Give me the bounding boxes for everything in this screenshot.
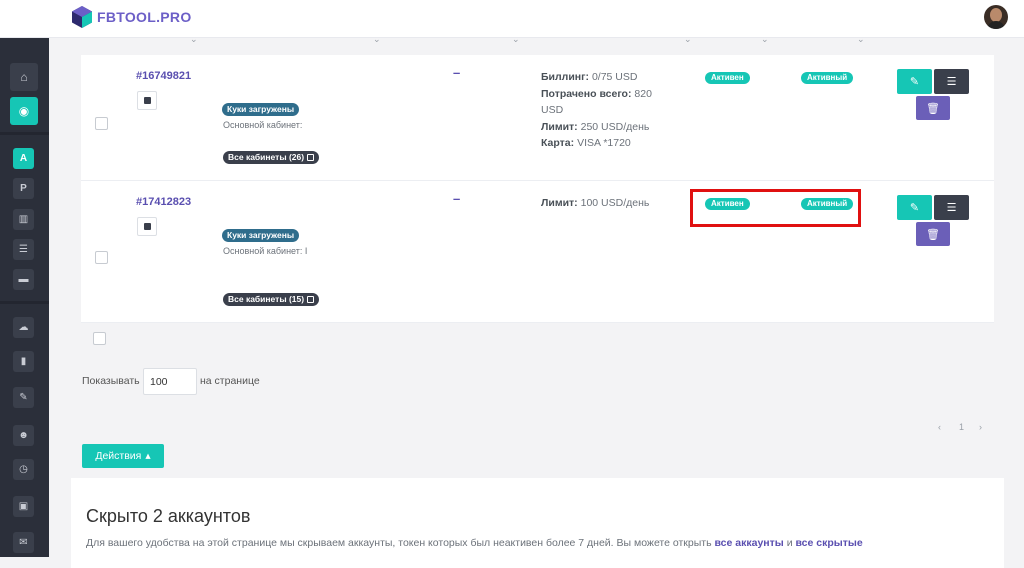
caret-up-icon: ▴ (145, 450, 151, 462)
sidebar-item-p[interactable]: P (13, 178, 34, 199)
account-id-link[interactable]: #16749821 (136, 70, 191, 82)
show-label: Показывать (82, 375, 140, 387)
main-cabinet-label: Основной кабинет: I (223, 246, 308, 256)
status-badge: Активен (705, 72, 750, 84)
external-link-icon (307, 154, 315, 161)
edit-button[interactable]: ✎ (897, 69, 932, 94)
main-content: ⌄ ⌄ ⌄ ⌄ ⌄ ⌄ #16749821 Куки загружены Осн… (49, 34, 1024, 568)
table-row: #16749821 Куки загружены Основной кабине… (81, 55, 994, 181)
all-accounts-link[interactable]: все аккаунты (714, 537, 783, 549)
sort-chevron-icon[interactable]: ⌄ (857, 34, 865, 45)
edit-button[interactable]: ✎ (897, 195, 932, 220)
delete-button[interactable]: 🗑 (916, 96, 950, 120)
row-checkbox[interactable] (95, 117, 108, 130)
avatar[interactable] (984, 5, 1008, 29)
all-cabinets-link[interactable]: Все кабинеты (26) (223, 151, 320, 164)
all-hidden-link[interactable]: все скрытые (795, 537, 862, 549)
row-checkbox[interactable] (95, 251, 108, 264)
columns-icon[interactable]: ▥ (13, 209, 34, 230)
next-page-button[interactable]: › (979, 422, 982, 432)
delete-button[interactable]: 🗑 (916, 222, 950, 246)
per-page-suffix: на странице (200, 375, 260, 387)
users-icon[interactable]: ☻ (13, 425, 34, 446)
select-all-checkbox[interactable] (93, 332, 106, 345)
external-link-icon (307, 296, 315, 303)
actions-button[interactable]: Действия ▴ (82, 444, 164, 468)
highlight-box (690, 189, 861, 227)
per-page-input[interactable] (143, 368, 197, 395)
bar-chart-icon[interactable]: ▮ (13, 351, 34, 372)
logo[interactable]: FBTOOL.PRO (71, 5, 192, 29)
logo-icon (72, 6, 92, 28)
sort-chevron-icon[interactable]: ⌄ (684, 34, 692, 45)
sort-chevron-icon[interactable]: ⌄ (373, 34, 381, 45)
cookie-badge: Куки загружены (222, 103, 300, 116)
sidebar-divider (0, 301, 49, 304)
sidebar: ⌂ ◉ A P ▥ ☰ ▬ ☁ ▮ ✎ ☻ ◷ ▣ ✉ (0, 38, 49, 557)
sidebar-divider (0, 132, 49, 135)
sort-chevron-icon[interactable]: ⌄ (761, 34, 769, 45)
note-icon[interactable] (137, 217, 157, 236)
home-icon[interactable]: ⌂ (10, 63, 38, 91)
notice-text: Для вашего удобства на этой странице мы … (86, 537, 863, 549)
money-icon[interactable]: ▣ (13, 496, 34, 517)
dash-value: – (453, 191, 461, 206)
notice-title: Скрыто 2 аккаунтов (86, 506, 251, 526)
account-id-link[interactable]: #17412823 (136, 196, 191, 208)
note-icon[interactable] (137, 91, 157, 110)
user-circle-icon[interactable]: ◉ (10, 97, 38, 125)
folder-icon[interactable]: ▬ (13, 269, 34, 290)
prev-page-button[interactable]: ‹ (938, 422, 941, 432)
cloud-upload-icon[interactable]: ☁ (13, 317, 34, 338)
cookie-badge: Куки загружены (222, 229, 300, 242)
clock-icon[interactable]: ◷ (13, 459, 34, 480)
edit-icon[interactable]: ✎ (13, 387, 34, 408)
logo-text: FBTOOL.PRO (97, 9, 192, 25)
page-1[interactable]: 1 (959, 422, 964, 432)
status-badge: Активный (801, 72, 854, 84)
sort-chevron-icon[interactable]: ⌄ (512, 34, 520, 45)
billing-info: Биллинг: 0/75 USD Потрачено всего: 820 U… (541, 71, 652, 149)
top-bar: FBTOOL.PRO (0, 0, 1024, 38)
menu-button[interactable]: ☰ (934, 69, 969, 94)
chat-icon[interactable]: ✉ (13, 532, 34, 553)
list-icon[interactable]: ☰ (13, 239, 34, 260)
all-cabinets-link[interactable]: Все кабинеты (15) (223, 293, 320, 306)
main-cabinet-label: Основной кабинет: (223, 120, 303, 130)
sidebar-item-a[interactable]: A (13, 148, 34, 169)
limit-info: Лимит: 100 USD/день (541, 197, 650, 209)
menu-button[interactable]: ☰ (934, 195, 969, 220)
sort-chevron-icon[interactable]: ⌄ (190, 34, 198, 45)
hidden-accounts-notice: Скрыто 2 аккаунтов Для вашего удобства н… (71, 478, 1004, 568)
dash-value: – (453, 65, 461, 80)
